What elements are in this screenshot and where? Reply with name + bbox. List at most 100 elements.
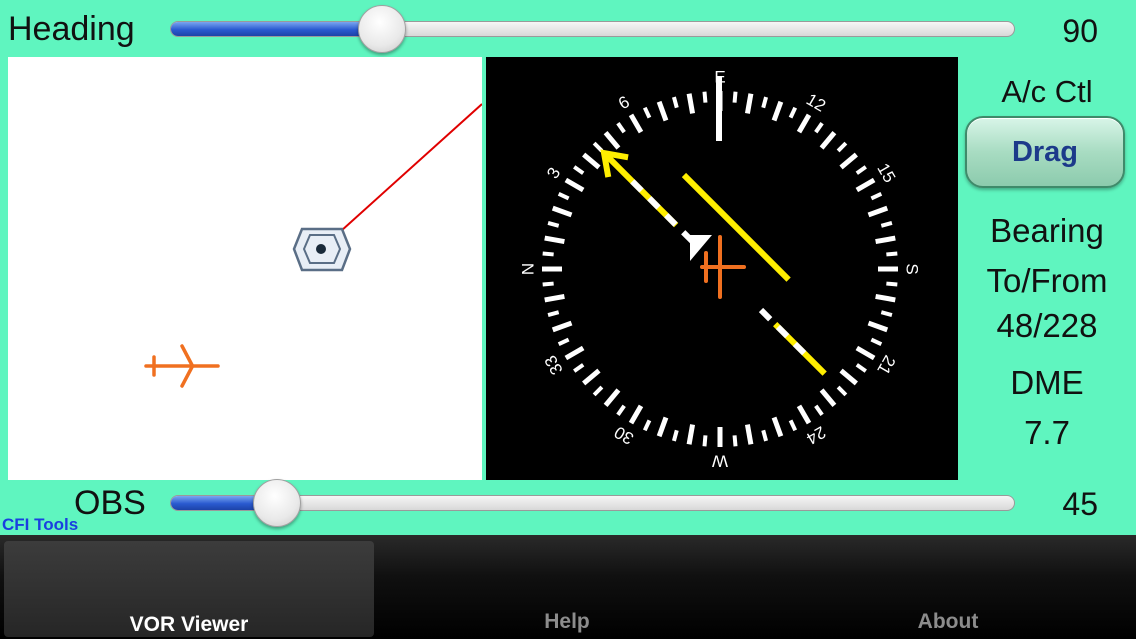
tab-vor-viewer[interactable]: VOR Viewer <box>4 541 374 637</box>
compass-tick <box>542 281 554 287</box>
to-from-label: To/From <box>986 262 1108 299</box>
compass-tick <box>732 91 738 103</box>
compass-tick <box>628 113 644 134</box>
compass-label: W <box>712 452 728 471</box>
tab-about[interactable]: About <box>760 535 1136 639</box>
hsi-instrument[interactable]: ESWN12152124303336 <box>486 57 958 480</box>
compass-tick <box>686 424 696 445</box>
compass-tick <box>796 113 812 134</box>
compass-tick <box>875 293 896 303</box>
obs-label: OBS <box>74 484 146 522</box>
compass-tick <box>761 429 769 442</box>
compass-tick <box>855 363 867 373</box>
compass-tick <box>592 385 604 397</box>
compass-tick <box>761 96 769 109</box>
compass-tick <box>547 220 560 228</box>
compass-tick <box>573 363 585 373</box>
compass-tick <box>886 281 898 287</box>
vor-station-icon <box>292 227 352 272</box>
compass-tick <box>616 122 626 134</box>
obs-value: 45 <box>1062 486 1098 522</box>
heading-label: Heading <box>8 10 135 48</box>
compass-tick <box>867 205 889 218</box>
compass-tick <box>819 131 837 150</box>
control-title: A/c Ctl <box>1001 74 1093 109</box>
tab-help[interactable]: Help <box>380 535 754 639</box>
compass-tick <box>867 320 889 333</box>
heading-value: 90 <box>1062 13 1098 49</box>
compass-label: 6 <box>615 92 633 113</box>
compass-label: 15 <box>873 160 899 186</box>
compass-tick <box>836 385 848 397</box>
compass-label: S <box>903 263 922 274</box>
compass-tick <box>788 419 798 432</box>
compass-tick <box>839 368 858 386</box>
compass-tick <box>642 419 652 432</box>
heading-slider-thumb[interactable] <box>358 5 407 53</box>
compass-tick <box>656 100 669 122</box>
tab-help-label: Help <box>544 610 590 633</box>
compass-tick <box>744 93 754 114</box>
compass-tick <box>702 435 708 447</box>
cdi-needle <box>681 172 791 282</box>
heading-slider[interactable] <box>170 5 1015 53</box>
dme-label: DME <box>1010 364 1084 401</box>
compass-tick <box>573 165 585 175</box>
compass-tick <box>771 100 784 122</box>
radial-line <box>320 103 483 250</box>
compass-tick <box>870 191 883 201</box>
compass-tick <box>557 337 570 347</box>
compass-tick <box>603 388 621 407</box>
hsi-aircraft-icon <box>700 235 746 299</box>
compass-tick <box>582 152 601 170</box>
compass-tick <box>819 388 837 407</box>
compass-tick <box>855 165 867 175</box>
lubber-line <box>716 77 722 141</box>
compass-tick <box>875 235 896 245</box>
compass-tick <box>616 404 626 416</box>
compass-tick <box>855 177 876 193</box>
compass-label: N <box>519 263 538 275</box>
compass-tick <box>547 310 560 318</box>
compass-label: 33 <box>541 352 567 378</box>
compass-label: 12 <box>803 90 829 116</box>
compass-label: 3 <box>543 164 564 182</box>
compass-tick <box>628 404 644 425</box>
dme-value: 7.7 <box>1024 414 1070 451</box>
compass-tick <box>702 91 708 103</box>
compass-tick <box>551 205 573 218</box>
tab-vor-viewer-label: VOR Viewer <box>129 613 249 636</box>
tab-bar: VOR Viewer Help About <box>0 535 1136 639</box>
compass-tick <box>814 122 824 134</box>
compass-label: 24 <box>803 422 829 448</box>
drag-button[interactable]: Drag <box>965 116 1125 188</box>
compass-tick <box>551 320 573 333</box>
compass-tick <box>880 310 893 318</box>
compass-tick <box>544 293 565 303</box>
compass-tick <box>642 106 652 119</box>
bearing-value: 48/228 <box>996 307 1098 344</box>
compass-tick <box>836 141 848 153</box>
compass-tick <box>771 416 784 438</box>
compass-label: 30 <box>611 422 637 448</box>
heading-slider-fill <box>171 22 383 36</box>
compass-tick <box>870 337 883 347</box>
compass-tick <box>582 368 601 386</box>
bearing-label: Bearing <box>990 212 1104 249</box>
compass-tick <box>839 152 858 170</box>
compass-tick <box>788 106 798 119</box>
map-view[interactable] <box>8 57 483 480</box>
compass-label: 21 <box>873 352 899 378</box>
compass-tick <box>732 435 738 447</box>
compass-tick <box>671 429 679 442</box>
compass-tick <box>671 96 679 109</box>
course-indicator <box>600 149 827 376</box>
compass-tick <box>542 251 554 257</box>
compass-tick <box>564 177 585 193</box>
compass-tick <box>880 220 893 228</box>
to-from-flag-icon <box>690 235 712 261</box>
obs-slider-thumb[interactable] <box>252 479 301 527</box>
compass-tick <box>814 404 824 416</box>
compass-tick <box>686 93 696 114</box>
obs-slider[interactable] <box>170 479 1015 527</box>
